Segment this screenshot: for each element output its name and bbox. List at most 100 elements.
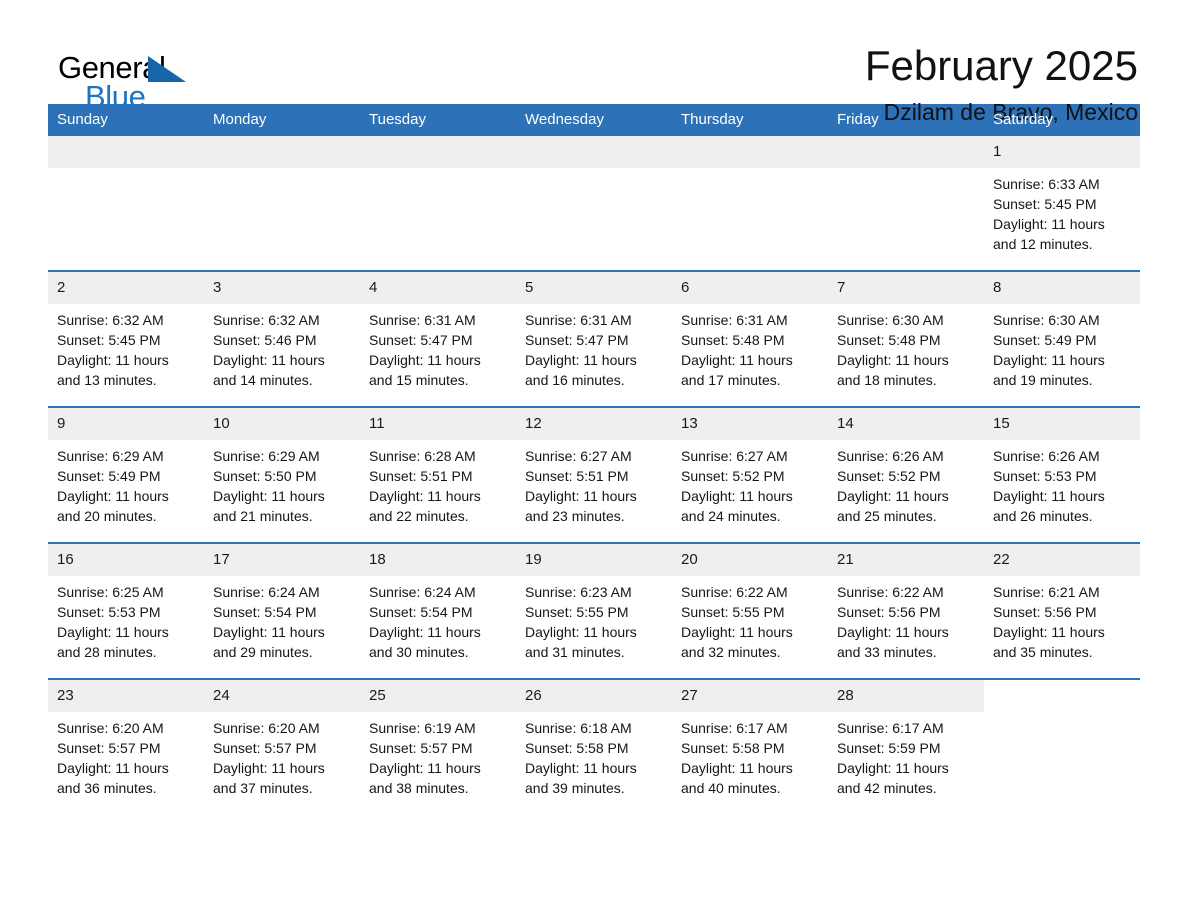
sunset-text: Sunset: 5:55 PM [681, 604, 785, 620]
calendar-day-cell[interactable]: 17 Sunrise: 6:24 AM Sunset: 5:54 PM Dayligh… [204, 542, 360, 679]
calendar-day-cell-empty [360, 136, 516, 271]
calendar-day-cell[interactable]: 16 Sunrise: 6:25 AM Sunset: 5:53 PM Dayligh… [48, 542, 204, 679]
day-details: Sunrise: 6:17 AM Sunset: 5:59 PM Daylight:… [828, 712, 984, 798]
day-details: Sunrise: 6:24 AM Sunset: 5:54 PM Daylight:… [204, 576, 360, 662]
calendar-day-cell[interactable]: 13 Sunrise: 6:27 AM Sunset: 5:52 PM Dayligh… [672, 406, 828, 543]
calendar-day-cell[interactable]: 28 Sunrise: 6:17 AM Sunset: 5:59 PM Dayligh… [828, 678, 984, 814]
daylight-text: Daylight: 11 hours and 31 minutes. [525, 624, 637, 660]
daylight-text: Daylight: 11 hours and 28 minutes. [57, 624, 169, 660]
sunrise-text: Sunrise: 6:32 AM [57, 312, 164, 328]
sunrise-text: Sunrise: 6:30 AM [837, 312, 944, 328]
day-number: 2 [48, 272, 204, 304]
day-number: 5 [516, 272, 672, 304]
sunset-text: Sunset: 5:45 PM [993, 196, 1097, 212]
daylight-text: Daylight: 11 hours and 32 minutes. [681, 624, 793, 660]
day-number: 3 [204, 272, 360, 304]
day-details: Sunrise: 6:29 AM Sunset: 5:49 PM Daylight:… [48, 440, 204, 526]
sunrise-text: Sunrise: 6:23 AM [525, 584, 632, 600]
day-details: Sunrise: 6:18 AM Sunset: 5:58 PM Daylight:… [516, 712, 672, 798]
sunrise-text: Sunrise: 6:26 AM [837, 448, 944, 464]
day-details: Sunrise: 6:31 AM Sunset: 5:47 PM Daylight:… [516, 304, 672, 390]
calendar-day-cell[interactable]: 23 Sunrise: 6:20 AM Sunset: 5:57 PM Dayligh… [48, 678, 204, 814]
calendar-day-cell[interactable]: 12 Sunrise: 6:27 AM Sunset: 5:51 PM Dayligh… [516, 406, 672, 543]
daylight-text: Daylight: 11 hours and 14 minutes. [213, 352, 325, 388]
calendar-day-cell-empty [204, 136, 360, 271]
calendar-day-cell[interactable]: 14 Sunrise: 6:26 AM Sunset: 5:52 PM Dayligh… [828, 406, 984, 543]
daylight-text: Daylight: 11 hours and 20 minutes. [57, 488, 169, 524]
calendar-day-cell[interactable]: 5 Sunrise: 6:31 AM Sunset: 5:47 PM Daylight… [516, 270, 672, 407]
daylight-text: Daylight: 11 hours and 37 minutes. [213, 760, 325, 796]
sunset-text: Sunset: 5:56 PM [993, 604, 1097, 620]
sunrise-text: Sunrise: 6:24 AM [369, 584, 476, 600]
calendar-day-cell[interactable]: 24 Sunrise: 6:20 AM Sunset: 5:57 PM Dayligh… [204, 678, 360, 814]
daylight-text: Daylight: 11 hours and 21 minutes. [213, 488, 325, 524]
sunset-text: Sunset: 5:46 PM [213, 332, 317, 348]
calendar-day-cell-empty [828, 136, 984, 271]
calendar-day-cell[interactable]: 15 Sunrise: 6:26 AM Sunset: 5:53 PM Dayligh… [984, 406, 1140, 543]
sunrise-text: Sunrise: 6:29 AM [213, 448, 320, 464]
day-number: 21 [828, 544, 984, 576]
daylight-text: Daylight: 11 hours and 42 minutes. [837, 760, 949, 796]
calendar-day-cell[interactable]: 19 Sunrise: 6:23 AM Sunset: 5:55 PM Dayligh… [516, 542, 672, 679]
calendar-day-cell[interactable]: 18 Sunrise: 6:24 AM Sunset: 5:54 PM Dayligh… [360, 542, 516, 679]
day-number: 1 [984, 136, 1140, 168]
day-details: Sunrise: 6:27 AM Sunset: 5:51 PM Daylight:… [516, 440, 672, 526]
day-details: Sunrise: 6:28 AM Sunset: 5:51 PM Daylight:… [360, 440, 516, 526]
daylight-text: Daylight: 11 hours and 16 minutes. [525, 352, 637, 388]
calendar-day-cell[interactable]: 3 Sunrise: 6:32 AM Sunset: 5:46 PM Daylight… [204, 270, 360, 407]
day-number: 22 [984, 544, 1140, 576]
day-details: Sunrise: 6:30 AM Sunset: 5:49 PM Daylight:… [984, 304, 1140, 390]
calendar-day-cell[interactable]: 20 Sunrise: 6:22 AM Sunset: 5:55 PM Dayligh… [672, 542, 828, 679]
calendar-day-cell[interactable]: 21 Sunrise: 6:22 AM Sunset: 5:56 PM Dayligh… [828, 542, 984, 679]
page-header: General Blue February 2025 Dzilam de Bra… [48, 0, 1140, 124]
daylight-text: Daylight: 11 hours and 26 minutes. [993, 488, 1105, 524]
calendar-day-cell[interactable]: 10 Sunrise: 6:29 AM Sunset: 5:50 PM Dayligh… [204, 406, 360, 543]
day-number: 7 [828, 272, 984, 304]
calendar-grid: Sunday Monday Tuesday Wednesday Thursday… [48, 104, 1140, 814]
weekday-header-monday: Monday [204, 104, 360, 136]
weekday-header-wednesday: Wednesday [516, 104, 672, 136]
sunset-text: Sunset: 5:50 PM [213, 468, 317, 484]
daylight-text: Daylight: 11 hours and 29 minutes. [213, 624, 325, 660]
calendar-day-cell[interactable]: 25 Sunrise: 6:19 AM Sunset: 5:57 PM Dayligh… [360, 678, 516, 814]
calendar-day-cell[interactable]: 11 Sunrise: 6:28 AM Sunset: 5:51 PM Dayligh… [360, 406, 516, 543]
calendar-day-cell[interactable]: 4 Sunrise: 6:31 AM Sunset: 5:47 PM Daylight… [360, 270, 516, 407]
day-number: 26 [516, 680, 672, 712]
day-number [516, 136, 672, 168]
sunset-text: Sunset: 5:53 PM [993, 468, 1097, 484]
sunrise-text: Sunrise: 6:27 AM [681, 448, 788, 464]
day-number [828, 136, 984, 168]
calendar-day-cell[interactable]: 9 Sunrise: 6:29 AM Sunset: 5:49 PM Daylight… [48, 406, 204, 543]
sunset-text: Sunset: 5:58 PM [525, 740, 629, 756]
day-details: Sunrise: 6:22 AM Sunset: 5:56 PM Daylight:… [828, 576, 984, 662]
calendar-day-cell[interactable]: 6 Sunrise: 6:31 AM Sunset: 5:48 PM Daylight… [672, 270, 828, 407]
sunrise-text: Sunrise: 6:29 AM [57, 448, 164, 464]
triangle-icon [148, 56, 186, 82]
sunset-text: Sunset: 5:51 PM [369, 468, 473, 484]
day-details: Sunrise: 6:22 AM Sunset: 5:55 PM Daylight:… [672, 576, 828, 662]
sunrise-text: Sunrise: 6:30 AM [993, 312, 1100, 328]
calendar-day-cell[interactable]: 2 Sunrise: 6:32 AM Sunset: 5:45 PM Daylight… [48, 270, 204, 407]
calendar-day-cell[interactable]: 22 Sunrise: 6:21 AM Sunset: 5:56 PM Dayligh… [984, 542, 1140, 679]
day-number: 28 [828, 680, 984, 712]
calendar-day-cell-empty [984, 678, 1140, 814]
sunrise-text: Sunrise: 6:17 AM [681, 720, 788, 736]
sunrise-text: Sunrise: 6:31 AM [369, 312, 476, 328]
day-details: Sunrise: 6:27 AM Sunset: 5:52 PM Daylight:… [672, 440, 828, 526]
day-number: 10 [204, 408, 360, 440]
daylight-text: Daylight: 11 hours and 13 minutes. [57, 352, 169, 388]
sunset-text: Sunset: 5:52 PM [837, 468, 941, 484]
sunrise-text: Sunrise: 6:26 AM [993, 448, 1100, 464]
sunset-text: Sunset: 5:59 PM [837, 740, 941, 756]
sunrise-text: Sunrise: 6:17 AM [837, 720, 944, 736]
calendar-day-cell[interactable]: 26 Sunrise: 6:18 AM Sunset: 5:58 PM Dayligh… [516, 678, 672, 814]
daylight-text: Daylight: 11 hours and 19 minutes. [993, 352, 1105, 388]
calendar-day-cell[interactable]: 27 Sunrise: 6:17 AM Sunset: 5:58 PM Dayligh… [672, 678, 828, 814]
sunset-text: Sunset: 5:58 PM [681, 740, 785, 756]
sunset-text: Sunset: 5:49 PM [57, 468, 161, 484]
calendar-day-cell[interactable]: 7 Sunrise: 6:30 AM Sunset: 5:48 PM Daylight… [828, 270, 984, 407]
calendar-day-cell[interactable]: 1 Sunrise: 6:33 AM Sunset: 5:45 PM Daylight… [984, 136, 1140, 271]
weekday-header-tuesday: Tuesday [360, 104, 516, 136]
calendar-day-cell[interactable]: 8 Sunrise: 6:30 AM Sunset: 5:49 PM Daylight… [984, 270, 1140, 407]
sunset-text: Sunset: 5:56 PM [837, 604, 941, 620]
